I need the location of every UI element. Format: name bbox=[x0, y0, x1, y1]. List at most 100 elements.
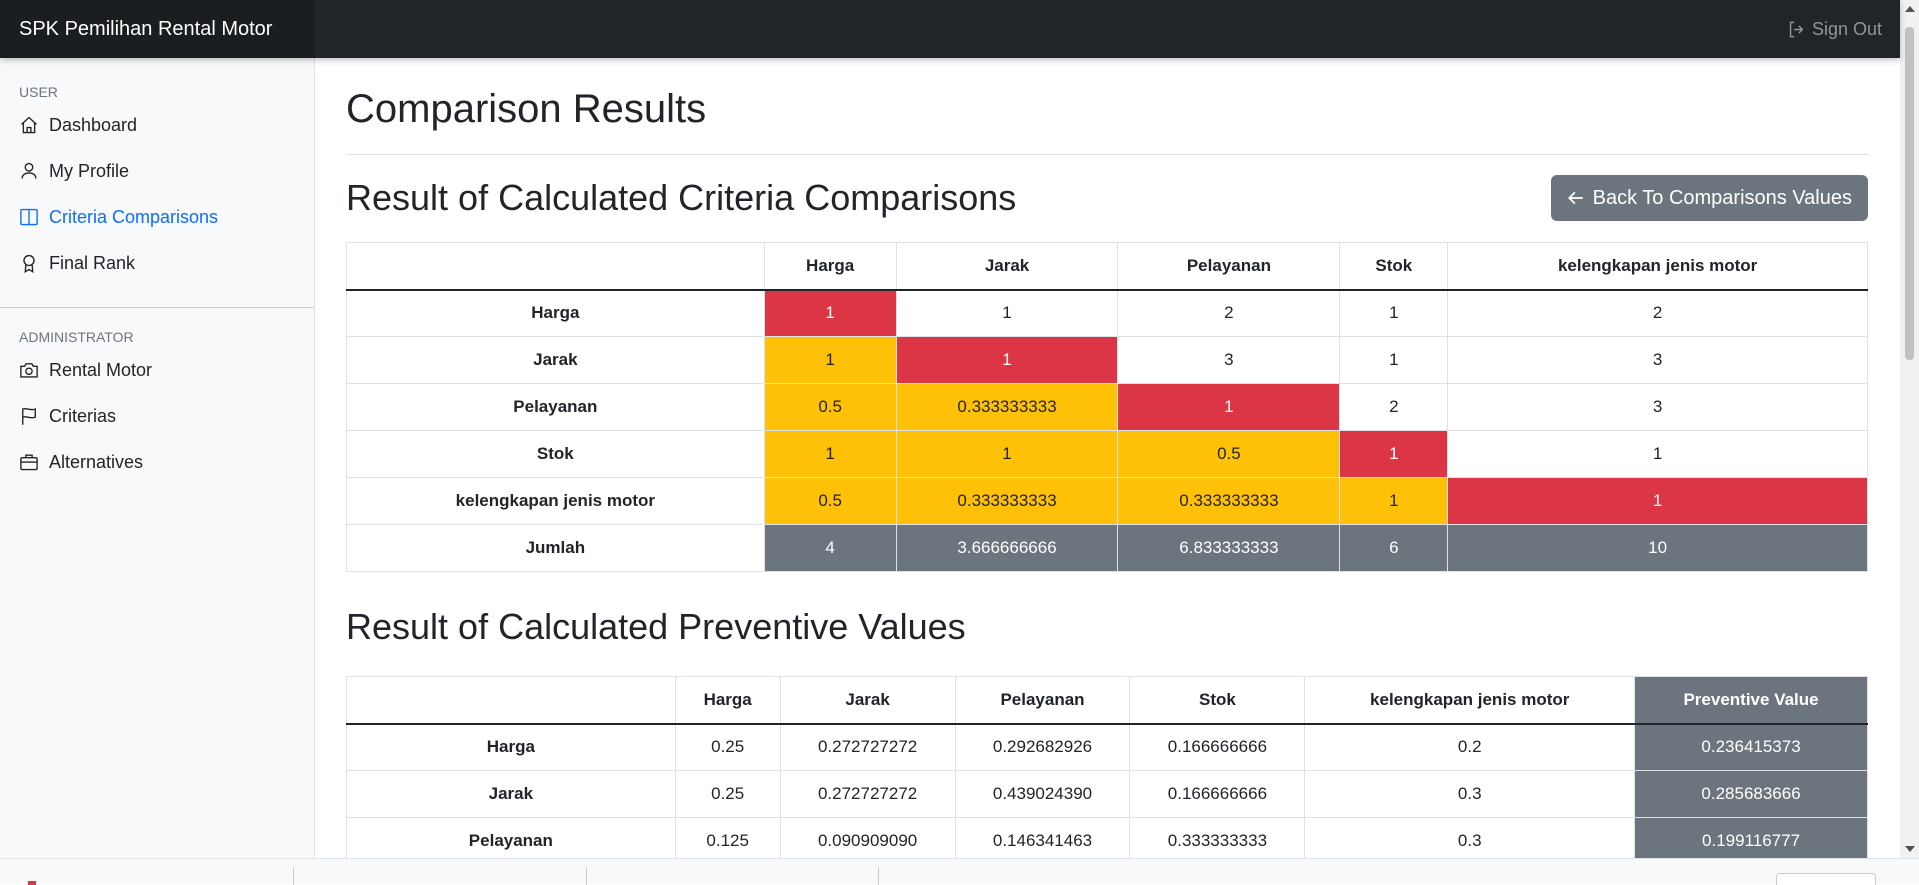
sidebar-item-alternatives[interactable]: Alternatives bbox=[0, 439, 314, 485]
table-cell: 3 bbox=[1447, 336, 1868, 384]
column-header: kelengkapan jenis motor bbox=[1304, 676, 1636, 725]
brand-title[interactable]: SPK Pemilihan Rental Motor bbox=[0, 0, 315, 58]
column-header: Jarak bbox=[895, 242, 1119, 291]
arrow-left-icon bbox=[1567, 191, 1583, 205]
table-cell: 0.25 bbox=[674, 723, 781, 771]
bottom-bar bbox=[0, 858, 1919, 885]
sidebar-item-label: Criteria Comparisons bbox=[49, 206, 219, 227]
scroll-up-arrow-icon[interactable] bbox=[1905, 6, 1915, 12]
table-cell: 6 bbox=[1339, 524, 1449, 572]
title-divider bbox=[346, 154, 1868, 155]
table-cell: 0.285683666 bbox=[1634, 770, 1868, 818]
bottom-tab[interactable] bbox=[1776, 873, 1876, 885]
table-total-row: Jumlah 4 3.666666666 6.833333333 6 10 bbox=[346, 524, 1868, 572]
column-header: Jarak bbox=[779, 676, 956, 725]
table-cell: 1 bbox=[1117, 383, 1341, 431]
table-cell: 1 bbox=[1339, 289, 1449, 337]
table-cell: 0.439024390 bbox=[954, 770, 1131, 818]
flag-icon bbox=[22, 407, 36, 425]
table-cell: 0.2 bbox=[1304, 723, 1636, 771]
camera-icon bbox=[20, 363, 38, 378]
row-header: Harga bbox=[346, 289, 765, 337]
table-header-row: Harga Jarak Pelayanan Stok kelengkapan j… bbox=[346, 676, 1868, 725]
table-cell: 0.25 bbox=[674, 770, 781, 818]
sidebar-item-dashboard[interactable]: Dashboard bbox=[0, 102, 314, 148]
table-cell: 0.292682926 bbox=[954, 723, 1131, 771]
table-row: Pelayanan 0.5 0.333333333 1 2 3 bbox=[346, 383, 1868, 431]
table-cell: 0.272727272 bbox=[779, 723, 956, 771]
table-header-row: Harga Jarak Pelayanan Stok kelengkapan j… bbox=[346, 242, 1868, 291]
table-cell: 0.166666666 bbox=[1129, 723, 1306, 771]
sidebar-heading-administrator: ADMINISTRATOR bbox=[19, 329, 134, 345]
row-header: Stok bbox=[346, 430, 765, 478]
table-cell: 0.166666666 bbox=[1129, 770, 1306, 818]
sidebar-item-final-rank[interactable]: Final Rank bbox=[0, 240, 314, 286]
table-cell: 0.5 bbox=[1117, 430, 1341, 478]
table-row: Harga 1 1 2 1 2 bbox=[346, 289, 1868, 337]
status-indicator bbox=[28, 881, 36, 885]
sidebar-item-label: My Profile bbox=[49, 160, 130, 181]
column-header: kelengkapan jenis motor bbox=[1447, 242, 1868, 291]
sidebar-item-my-profile[interactable]: My Profile bbox=[0, 148, 314, 194]
scroll-down-arrow-icon[interactable] bbox=[1905, 846, 1915, 852]
person-icon bbox=[21, 162, 37, 179]
table-cell: 3 bbox=[1117, 336, 1341, 384]
divider bbox=[878, 867, 879, 885]
column-header: Harga bbox=[674, 676, 781, 725]
table-cell: 0.272727272 bbox=[779, 770, 956, 818]
house-icon bbox=[21, 116, 37, 134]
sidebar-item-criteria-comparisons[interactable]: Criteria Comparisons bbox=[0, 194, 314, 240]
preventive-section-title: Result of Calculated Preventive Values bbox=[346, 606, 966, 647]
table-cell: 1 bbox=[1447, 430, 1868, 478]
table-cell: 3 bbox=[1447, 383, 1868, 431]
top-navbar: SPK Pemilihan Rental Motor Sign Out bbox=[0, 0, 1900, 58]
table-cell: 10 bbox=[1447, 524, 1868, 572]
page-title: Comparison Results bbox=[346, 87, 707, 131]
sidebar-item-label: Rental Motor bbox=[49, 359, 153, 380]
column-header bbox=[346, 242, 765, 291]
sign-out-label: Sign Out bbox=[1811, 19, 1882, 39]
table-cell: 0.333333333 bbox=[895, 477, 1119, 525]
award-icon bbox=[23, 254, 35, 273]
table-cell: 0.333333333 bbox=[895, 383, 1119, 431]
row-header: Jarak bbox=[346, 770, 676, 818]
table-row: Jarak 1 1 3 1 3 bbox=[346, 336, 1868, 384]
sidebar-item-label: Final Rank bbox=[49, 252, 136, 273]
sign-out-icon bbox=[1789, 21, 1804, 37]
table-cell: 4 bbox=[763, 524, 897, 572]
sidebar-item-label: Dashboard bbox=[49, 114, 138, 135]
table-cell: 1 bbox=[895, 336, 1119, 384]
scrollbar-thumb[interactable] bbox=[1905, 27, 1914, 360]
table-cell: 1 bbox=[1339, 336, 1449, 384]
sidebar-item-label: Criterias bbox=[49, 405, 117, 426]
table-cell: 1 bbox=[763, 336, 897, 384]
table-row: Harga 0.25 0.272727272 0.292682926 0.166… bbox=[346, 723, 1868, 771]
table-cell: 1 bbox=[895, 430, 1119, 478]
divider bbox=[586, 867, 587, 885]
column-header: Harga bbox=[763, 242, 897, 291]
column-header: Pelayanan bbox=[954, 676, 1131, 725]
table-cell: 1 bbox=[895, 289, 1119, 337]
columns-icon bbox=[20, 208, 38, 226]
vertical-scrollbar[interactable] bbox=[1900, 0, 1919, 858]
table-cell: 0.333333333 bbox=[1117, 477, 1341, 525]
table-cell: 1 bbox=[1339, 430, 1449, 478]
table-cell: 6.833333333 bbox=[1117, 524, 1341, 572]
table-cell: 0.236415373 bbox=[1634, 723, 1868, 771]
table-cell: 1 bbox=[1339, 477, 1449, 525]
sign-out-link[interactable]: Sign Out bbox=[1787, 0, 1882, 58]
sidebar-item-rental-motor[interactable]: Rental Motor bbox=[0, 347, 314, 393]
row-header: Harga bbox=[346, 723, 676, 771]
back-button-label: Back To Comparisons Values bbox=[1592, 186, 1852, 209]
table-row: Jarak 0.25 0.272727272 0.439024390 0.166… bbox=[346, 770, 1868, 818]
table-cell: 2 bbox=[1447, 289, 1868, 337]
row-header: Pelayanan bbox=[346, 383, 765, 431]
column-header: Stok bbox=[1339, 242, 1449, 291]
column-header bbox=[346, 676, 676, 725]
back-to-comparisons-button[interactable]: Back To Comparisons Values bbox=[1550, 175, 1868, 221]
table-cell: 1 bbox=[763, 289, 897, 337]
sidebar-item-criterias[interactable]: Criterias bbox=[0, 393, 314, 439]
table-cell: 1 bbox=[763, 430, 897, 478]
table-cell: 2 bbox=[1339, 383, 1449, 431]
sidebar-heading-user: USER bbox=[19, 84, 58, 100]
